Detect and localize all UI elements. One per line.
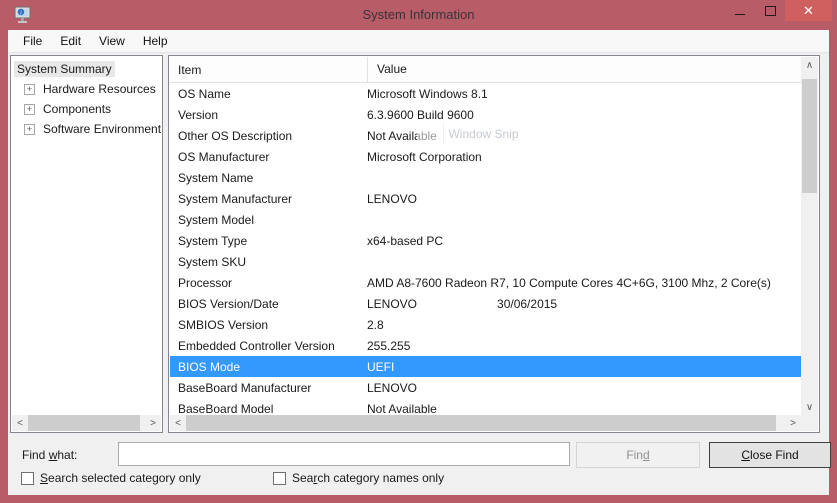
close-button[interactable]: ✕ xyxy=(785,0,832,21)
expand-plus-icon[interactable]: + xyxy=(24,84,35,95)
item-cell: Embedded Controller Version xyxy=(170,339,367,353)
tree-item-software-environment[interactable]: + Software Environment xyxy=(11,119,162,139)
table-row-system-model[interactable]: System Model xyxy=(170,209,801,230)
tree-horizontal-scrollbar[interactable]: < > xyxy=(12,415,161,431)
expand-plus-icon[interactable]: + xyxy=(24,124,35,135)
scrollbar-corner xyxy=(801,415,818,431)
tree-hscroll-thumb[interactable] xyxy=(28,415,140,431)
tree-item-hardware-resources[interactable]: + Hardware Resources xyxy=(11,79,162,99)
value-cell: x64-based PC xyxy=(367,234,801,248)
item-cell: System SKU xyxy=(170,255,367,269)
table-row-bios-version-date[interactable]: BIOS Version/DateLENOVO 30/06/2015 xyxy=(170,293,801,314)
menu-bar: FileEditViewHelp xyxy=(8,30,829,52)
item-cell: BaseBoard Model xyxy=(170,402,367,415)
scroll-left-icon[interactable]: < xyxy=(170,415,186,431)
search-selected-category-checkbox[interactable] xyxy=(21,472,34,485)
table-row-smbios-version[interactable]: SMBIOS Version2.8 xyxy=(170,314,801,335)
close-find-button[interactable]: Close Find xyxy=(709,442,831,468)
find-button[interactable]: Find xyxy=(576,442,700,468)
item-cell: OS Name xyxy=(170,87,367,101)
value-cell: AMD A8-7600 Radeon R7, 10 Compute Cores … xyxy=(367,276,801,290)
search-category-names-label: Search category names only xyxy=(292,471,444,485)
value-cell: Microsoft Windows 8.1 xyxy=(367,87,801,101)
minimize-button[interactable] xyxy=(725,0,755,21)
item-cell: Processor xyxy=(170,276,367,290)
item-cell: System Manufacturer xyxy=(170,192,367,206)
scroll-right-icon[interactable]: > xyxy=(785,415,801,431)
maximize-button[interactable] xyxy=(755,0,785,21)
table-row-baseboard-model[interactable]: BaseBoard ModelNot Available xyxy=(170,398,801,414)
table-row-baseboard-manufacturer[interactable]: BaseBoard ManufacturerLENOVO xyxy=(170,377,801,398)
tree-item-label: Hardware Resources xyxy=(40,81,159,97)
item-cell: BIOS Version/Date xyxy=(170,297,367,311)
table-row-embedded-controller-version[interactable]: Embedded Controller Version255.255 xyxy=(170,335,801,356)
expand-plus-icon[interactable]: + xyxy=(24,104,35,115)
item-cell: Version xyxy=(170,108,367,122)
tree-item-label: Components xyxy=(40,101,114,117)
value-cell: UEFI xyxy=(367,360,801,374)
menu-item-view[interactable]: View xyxy=(90,30,134,52)
value-cell: LENOVO 30/06/2015 xyxy=(367,297,801,311)
scroll-right-icon[interactable]: > xyxy=(145,415,161,431)
table-row-system-sku[interactable]: System SKU xyxy=(170,251,801,272)
item-cell: System Name xyxy=(170,171,367,185)
scroll-down-icon[interactable]: ∨ xyxy=(801,399,818,415)
category-tree: System Summary + Hardware Resources + Compon… xyxy=(11,59,162,415)
table-row-os-name[interactable]: OS NameMicrosoft Windows 8.1 xyxy=(170,83,801,104)
window-title: System Information xyxy=(0,7,837,22)
table-row-system-manufacturer[interactable]: System ManufacturerLENOVO xyxy=(170,188,801,209)
value-cell: LENOVO xyxy=(367,192,801,206)
search-category-names-checkbox[interactable] xyxy=(273,472,286,485)
title-bar[interactable]: i System Information ✕ xyxy=(0,0,837,30)
grid-vertical-scrollbar[interactable]: ∧ ∨ xyxy=(801,57,818,415)
grid-header: Item Value xyxy=(170,57,801,83)
table-row-system-type[interactable]: System Typex64-based PC xyxy=(170,230,801,251)
table-row-system-name[interactable]: System Name xyxy=(170,167,801,188)
tree-item-components[interactable]: + Components xyxy=(11,99,162,119)
grid-hscroll-thumb[interactable] xyxy=(186,415,776,431)
item-cell: BaseBoard Manufacturer xyxy=(170,381,367,395)
value-cell: LENOVO xyxy=(367,381,801,395)
tree-item-system-summary[interactable]: System Summary xyxy=(11,59,162,79)
value-cell: Not Available xyxy=(367,129,801,143)
detail-pane: Item Value OS NameMicrosoft Windows 8.1V… xyxy=(168,55,820,433)
menu-item-help[interactable]: Help xyxy=(134,30,177,52)
table-row-version[interactable]: Version6.3.9600 Build 9600 xyxy=(170,104,801,125)
table-row-bios-mode[interactable]: BIOS ModeUEFI xyxy=(170,356,801,377)
table-row-other-os-description[interactable]: Other OS DescriptionNot Available xyxy=(170,125,801,146)
value-cell: 6.3.9600 Build 9600 xyxy=(367,108,801,122)
client-area: System Summary + Hardware Resources + Compon… xyxy=(8,52,829,495)
menu-item-file[interactable]: File xyxy=(14,30,51,52)
item-cell: SMBIOS Version xyxy=(170,318,367,332)
value-cell: Not Available xyxy=(367,402,801,415)
grid-rows: OS NameMicrosoft Windows 8.1Version6.3.9… xyxy=(170,83,801,414)
find-what-label: Find what: xyxy=(22,448,77,462)
scroll-left-icon[interactable]: < xyxy=(12,415,28,431)
column-header-item[interactable]: Item xyxy=(170,63,367,77)
minimize-icon xyxy=(735,14,745,15)
find-input[interactable] xyxy=(118,442,570,466)
maximize-icon xyxy=(765,6,776,16)
table-row-os-manufacturer[interactable]: OS ManufacturerMicrosoft Corporation xyxy=(170,146,801,167)
value-cell: 255.255 xyxy=(367,339,801,353)
tree-item-label: System Summary xyxy=(14,61,115,77)
scroll-up-icon[interactable]: ∧ xyxy=(801,57,818,73)
item-cell: OS Manufacturer xyxy=(170,150,367,164)
menu-item-edit[interactable]: Edit xyxy=(51,30,90,52)
item-cell: BIOS Mode xyxy=(170,360,367,374)
value-cell: Microsoft Corporation xyxy=(367,150,801,164)
category-tree-pane: System Summary + Hardware Resources + Compon… xyxy=(10,55,163,433)
column-header-value[interactable]: Value xyxy=(367,57,801,82)
value-cell: 2.8 xyxy=(367,318,801,332)
tree-item-label: Software Environment xyxy=(40,121,162,137)
table-row-processor[interactable]: ProcessorAMD A8-7600 Radeon R7, 10 Compu… xyxy=(170,272,801,293)
search-selected-category-label: Search selected category only xyxy=(40,471,201,485)
item-cell: System Type xyxy=(170,234,367,248)
system-information-window: i System Information ✕ FileEditViewHelp … xyxy=(0,0,837,503)
close-icon: ✕ xyxy=(803,3,814,19)
item-cell: System Model xyxy=(170,213,367,227)
grid-horizontal-scrollbar[interactable]: < > xyxy=(170,415,801,431)
grid-vscroll-thumb[interactable] xyxy=(802,79,817,193)
item-cell: Other OS Description xyxy=(170,129,367,143)
